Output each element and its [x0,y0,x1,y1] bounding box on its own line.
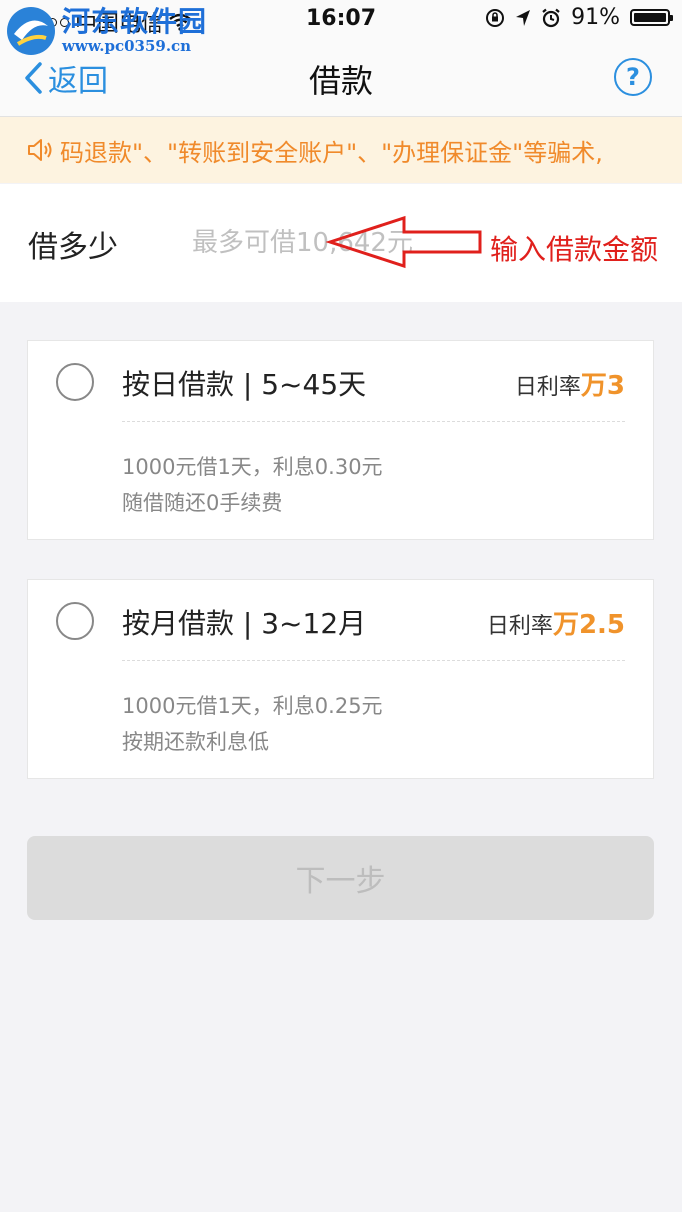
watermark: 河东软件园 www.pc0359.cn [4,4,207,58]
loan-option-monthly[interactable]: 按月借款 | 3~12月 日利率万2.5 1000元借1天，利息0.25元 按期… [27,579,654,779]
amount-label: 借多少 [28,230,118,265]
divider [122,421,625,422]
rate-label: 日利率 [514,375,581,400]
option-title: 按日借款 | 5~45天 [122,368,367,401]
radio-button[interactable] [56,363,94,401]
loan-option-daily[interactable]: 按日借款 | 5~45天 日利率万3 1000元借1天，利息0.30元 随借随还… [27,340,654,540]
fraud-notice-banner: 码退款"、"转账到安全账户"、"办理保证金"等骗术, [0,117,682,183]
watermark-logo-icon [7,7,55,55]
option-note: 按期还款利息低 [122,730,269,754]
rate-label: 日利率 [486,614,553,639]
rotation-lock-icon [486,8,505,27]
option-title: 按月借款 | 3~12月 [122,607,367,640]
radio-button[interactable] [56,602,94,640]
option-example: 1000元借1天，利息0.30元 [122,455,383,479]
notice-text: 码退款"、"转账到安全账户"、"办理保证金"等骗术, [60,138,603,167]
watermark-url: www.pc0359.cn [62,37,192,55]
option-rate: 日利率万3 [515,365,625,402]
watermark-name: 河东软件园 [62,5,208,38]
option-rate: 日利率万2.5 [487,604,625,641]
rate-value: 万2.5 [552,610,625,640]
option-example: 1000元借1天，利息0.25元 [122,694,383,718]
status-bar-right: 91% [485,5,673,30]
next-step-button[interactable]: 下一步 [27,836,654,920]
rate-value: 万3 [580,371,625,401]
page-title: 借款 [308,62,373,100]
speaker-icon [28,139,52,161]
battery-icon [630,9,673,26]
annotation-arrow-icon [326,215,482,269]
annotation-text: 输入借款金额 [490,233,659,266]
help-icon[interactable]: ? [614,58,652,96]
battery-percent: 91% [571,5,620,30]
option-note: 随借随还0手续费 [122,491,283,515]
location-arrow-icon [516,9,531,26]
divider [122,660,625,661]
alarm-clock-icon [542,8,560,27]
